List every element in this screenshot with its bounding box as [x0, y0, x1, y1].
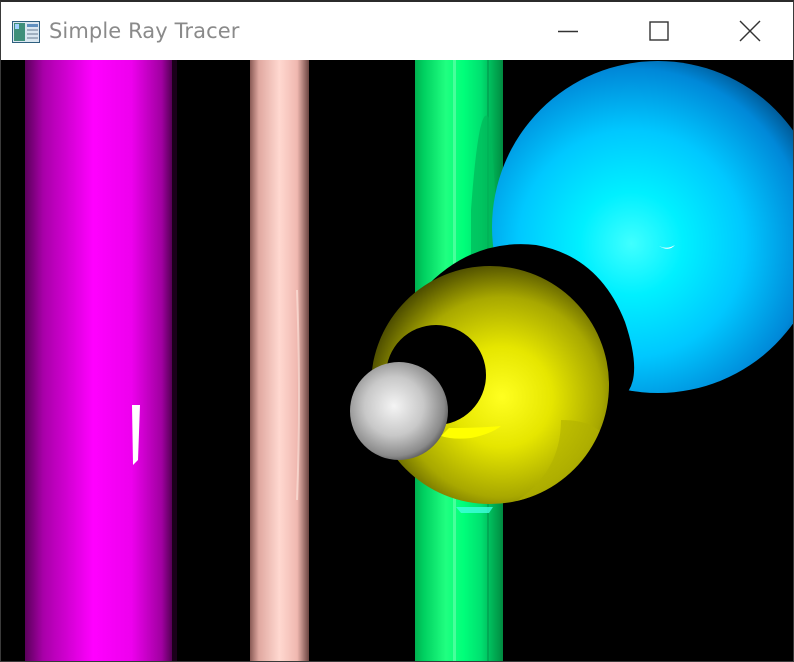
maximize-button[interactable]: [613, 2, 705, 60]
pink-cylinder: [250, 60, 309, 661]
window-app-icon: [12, 21, 40, 43]
app-window: Simple Ray Tracer: [0, 0, 794, 662]
close-button[interactable]: [705, 2, 793, 60]
close-icon: [739, 20, 761, 42]
maximize-icon: [649, 21, 669, 41]
render-viewport: [1, 60, 793, 661]
minimize-icon: [558, 30, 578, 33]
white-sphere: [350, 362, 448, 460]
render-canvas: [25, 60, 793, 661]
window-title: Simple Ray Tracer: [49, 19, 240, 43]
magenta-cylinder: [25, 60, 177, 661]
title-bar[interactable]: Simple Ray Tracer: [1, 2, 793, 60]
minimize-button[interactable]: [522, 2, 614, 60]
